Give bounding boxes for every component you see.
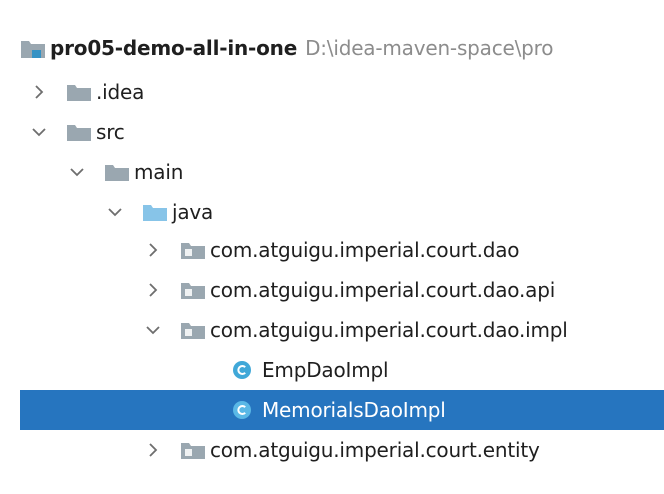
tree-label: EmpDaoImpl bbox=[262, 358, 389, 382]
package-folder-icon bbox=[180, 320, 206, 340]
project-tree: pro05-demo-all-in-one D:\idea-maven-spac… bbox=[0, 0, 664, 494]
tree-label: src bbox=[96, 120, 125, 144]
tree-row-idea[interactable]: .idea bbox=[20, 72, 664, 112]
folder-icon bbox=[66, 122, 92, 142]
tree-label: .idea bbox=[96, 80, 145, 104]
tree-row-class-empdaoimpl[interactable]: EmpDaoImpl bbox=[20, 350, 664, 390]
tree-label: com.atguigu.imperial.court.dao bbox=[210, 238, 520, 262]
tree-label: com.atguigu.imperial.court.entity bbox=[210, 438, 540, 462]
tree-row-root-module[interactable]: pro05-demo-all-in-one D:\idea-maven-spac… bbox=[20, 28, 664, 68]
tree-row-package-entity[interactable]: com.atguigu.imperial.court.entity bbox=[20, 430, 664, 470]
folder-icon bbox=[66, 82, 92, 102]
java-class-icon bbox=[232, 360, 252, 380]
tree-row-main[interactable]: main bbox=[20, 152, 664, 192]
chevron-down-icon[interactable] bbox=[30, 123, 48, 141]
tree-label: com.atguigu.imperial.court.dao.api bbox=[210, 278, 556, 302]
tree-row-package-dao-impl[interactable]: com.atguigu.imperial.court.dao.impl bbox=[20, 310, 664, 350]
chevron-down-icon[interactable] bbox=[144, 321, 162, 339]
tree-label: java bbox=[172, 200, 214, 224]
package-folder-icon bbox=[180, 240, 206, 260]
tree-label: MemorialsDaoImpl bbox=[262, 398, 446, 422]
tree-row-class-memorialsdaoimpl[interactable]: MemorialsDaoImpl bbox=[20, 390, 664, 430]
chevron-right-icon[interactable] bbox=[30, 83, 48, 101]
package-folder-icon bbox=[180, 440, 206, 460]
chevron-down-icon[interactable] bbox=[68, 163, 86, 181]
tree-label: com.atguigu.imperial.court.dao.impl bbox=[210, 318, 568, 342]
chevron-down-icon[interactable] bbox=[106, 203, 124, 221]
root-module-path: D:\idea-maven-space\pro bbox=[305, 36, 554, 60]
tree-row-src[interactable]: src bbox=[20, 112, 664, 152]
chevron-right-icon[interactable] bbox=[144, 241, 162, 259]
root-module-name: pro05-demo-all-in-one bbox=[50, 36, 298, 60]
java-class-icon bbox=[232, 400, 252, 420]
package-folder-icon bbox=[180, 280, 206, 300]
tree-row-java[interactable]: java bbox=[20, 192, 664, 232]
module-folder-icon bbox=[20, 37, 46, 59]
source-root-folder-icon bbox=[142, 202, 168, 222]
chevron-right-icon[interactable] bbox=[144, 281, 162, 299]
folder-icon bbox=[104, 162, 130, 182]
chevron-right-icon[interactable] bbox=[144, 441, 162, 459]
tree-row-package-dao-api[interactable]: com.atguigu.imperial.court.dao.api bbox=[20, 270, 664, 310]
tree-row-package-dao[interactable]: com.atguigu.imperial.court.dao bbox=[20, 230, 664, 270]
tree-label: main bbox=[134, 160, 184, 184]
